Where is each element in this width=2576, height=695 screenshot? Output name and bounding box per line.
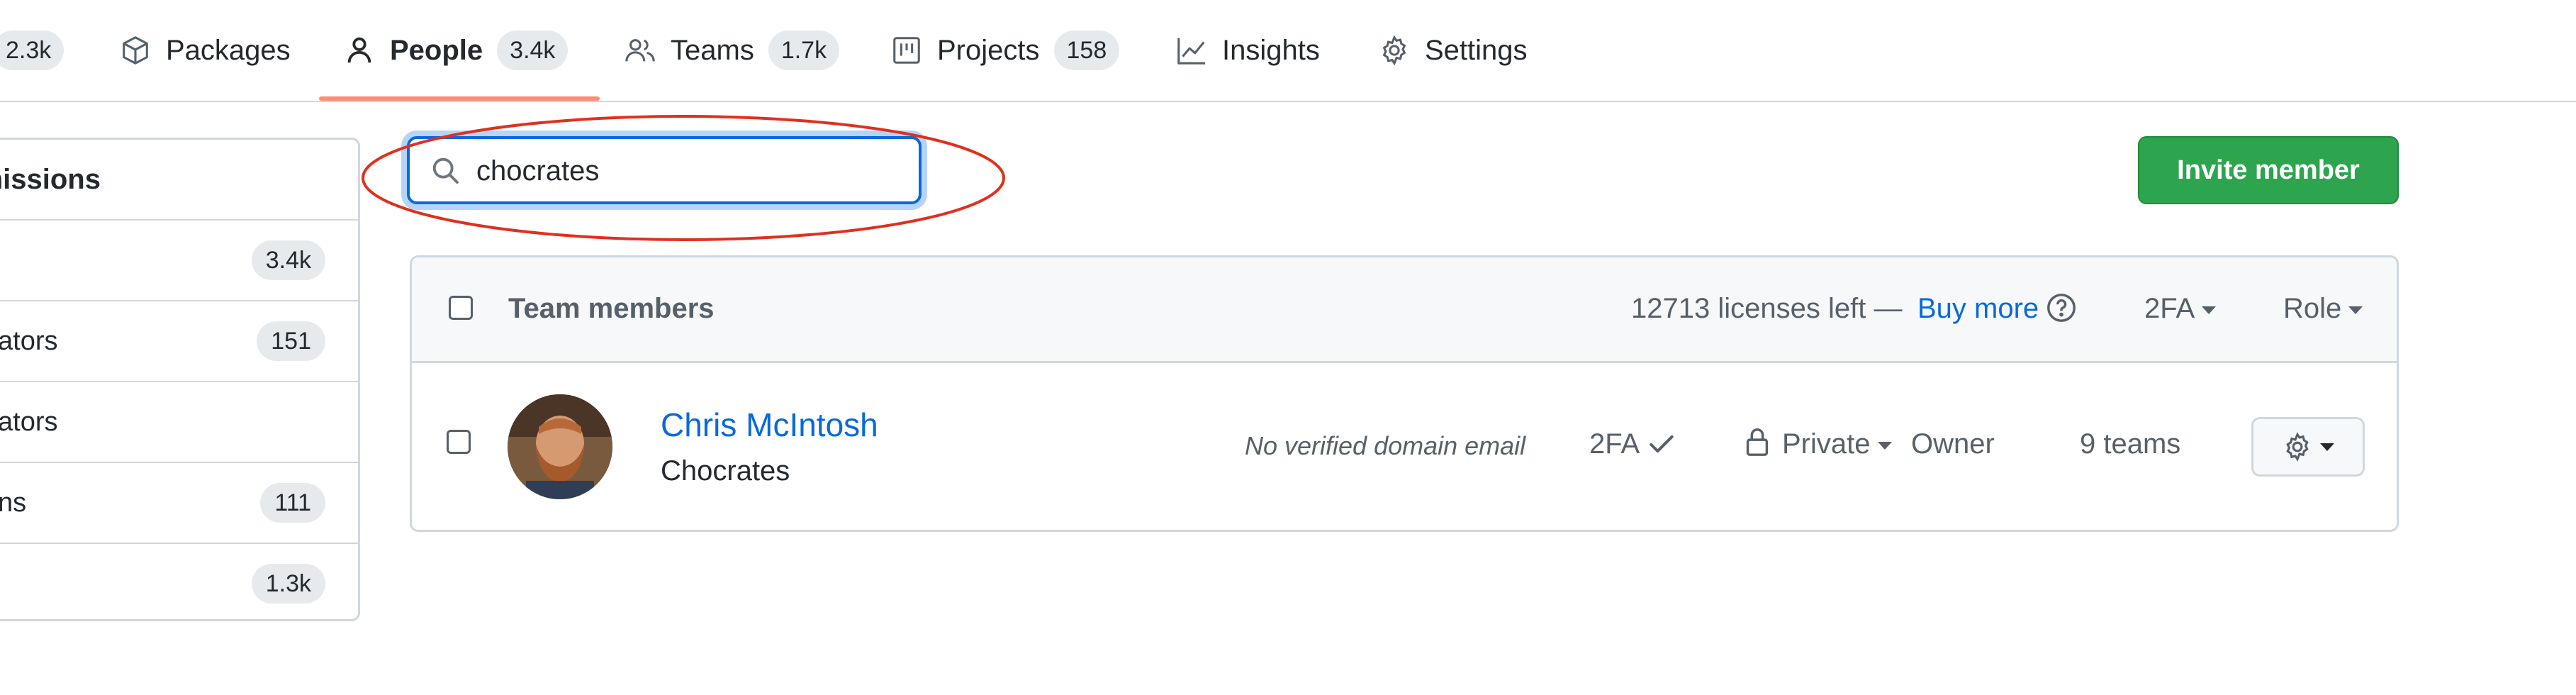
project-icon bbox=[890, 34, 923, 67]
permissions-sidebar: rmissions 3.4k ators 151 ators ns 111 1.… bbox=[0, 138, 360, 621]
select-all-checkbox[interactable] bbox=[449, 296, 473, 320]
filter-2fa-dropdown[interactable]: 2FA bbox=[2144, 293, 2217, 325]
sidebar-item-label: ators bbox=[0, 326, 58, 356]
buy-more-link[interactable]: Buy more bbox=[1917, 293, 2039, 325]
member-role: Owner bbox=[1911, 428, 1995, 460]
nav-repositories-tab[interactable]: 2.3k bbox=[0, 0, 65, 101]
member-name-link[interactable]: Chris McIntosh bbox=[661, 406, 878, 444]
members-header-title: Team members bbox=[508, 293, 715, 324]
active-tab-underline bbox=[319, 96, 600, 101]
member-row-checkbox[interactable] bbox=[447, 430, 471, 454]
sidebar-item-label: ators bbox=[0, 406, 58, 437]
nav-people-tab[interactable]: People 3.4k bbox=[343, 0, 569, 101]
email-verification-note: No verified domain email bbox=[1245, 431, 1526, 460]
package-icon bbox=[119, 34, 152, 67]
sidebar-item-count: 3.4k bbox=[251, 240, 325, 280]
nav-insights-label: Insights bbox=[1222, 34, 1320, 66]
avatar[interactable] bbox=[508, 394, 612, 499]
sidebar-item-collaborators[interactable]: ators 151 bbox=[0, 301, 358, 382]
projects-count-badge: 158 bbox=[1053, 30, 1120, 70]
org-nav-bar: 2.3k Packages People 3.4k Teams 1.7k Pro… bbox=[0, 0, 2576, 102]
member-visibility-label: Private bbox=[1782, 428, 1871, 460]
filter-2fa-label: 2FA bbox=[2144, 293, 2195, 324]
search-icon bbox=[430, 155, 462, 187]
nav-packages-label: Packages bbox=[166, 34, 291, 66]
nav-insights-tab[interactable]: Insights bbox=[1175, 0, 1320, 101]
chevron-down-icon bbox=[2348, 306, 2363, 314]
sidebar-item-moderators[interactable]: ators bbox=[0, 382, 358, 463]
sidebar-heading-label: rmissions bbox=[0, 163, 101, 195]
member-2fa-status: 2FA bbox=[1589, 428, 1640, 460]
sidebar-item-label: ns bbox=[0, 487, 27, 518]
sidebar-item-members[interactable]: 3.4k bbox=[0, 221, 358, 301]
sidebar-heading: rmissions bbox=[0, 140, 358, 221]
member-settings-button[interactable] bbox=[2251, 417, 2365, 477]
sidebar-item-count: 1.3k bbox=[251, 564, 325, 604]
nav-teams-label: Teams bbox=[671, 34, 754, 66]
member-username: Chocrates bbox=[661, 455, 790, 486]
sidebar-item-count: 151 bbox=[257, 321, 325, 361]
sidebar-item-count: 111 bbox=[260, 483, 325, 523]
nav-projects-label: Projects bbox=[937, 34, 1040, 66]
sidebar-item-invitations[interactable]: ns 111 bbox=[0, 463, 358, 544]
member-2fa-label: 2FA bbox=[1589, 428, 1640, 460]
gear-icon bbox=[1378, 34, 1411, 67]
search-input[interactable] bbox=[475, 149, 903, 193]
lock-icon bbox=[1741, 426, 1774, 458]
repositories-count-badge: 2.3k bbox=[0, 30, 65, 70]
graph-icon bbox=[1175, 34, 1208, 67]
members-table-header: Team members 12713 licenses left — Buy m… bbox=[412, 257, 2397, 363]
people-count-badge: 3.4k bbox=[497, 30, 569, 70]
sidebar-item-other[interactable]: 1.3k bbox=[0, 544, 358, 623]
filter-role-label: Role bbox=[2283, 293, 2342, 324]
nav-projects-tab[interactable]: Projects 158 bbox=[890, 0, 1120, 101]
member-search-box[interactable] bbox=[407, 136, 922, 204]
nav-settings-tab[interactable]: Settings bbox=[1378, 0, 1528, 101]
members-table: Team members 12713 licenses left — Buy m… bbox=[410, 255, 2399, 532]
gear-icon bbox=[2282, 431, 2313, 462]
question-icon[interactable] bbox=[2045, 291, 2078, 324]
member-visibility-dropdown[interactable]: Private bbox=[1782, 428, 1892, 460]
nav-people-label: People bbox=[390, 34, 483, 66]
nav-packages-tab[interactable]: Packages bbox=[119, 0, 291, 101]
person-icon bbox=[343, 34, 376, 67]
chevron-down-icon bbox=[2320, 443, 2334, 451]
nav-settings-label: Settings bbox=[1425, 34, 1528, 66]
invite-member-button[interactable]: Invite member bbox=[2138, 136, 2399, 204]
member-teams-link[interactable]: 9 teams bbox=[2080, 428, 2180, 460]
filter-role-dropdown[interactable]: Role bbox=[2283, 293, 2363, 325]
check-icon bbox=[1646, 428, 1677, 460]
nav-teams-tab[interactable]: Teams 1.7k bbox=[624, 0, 840, 101]
chevron-down-icon bbox=[1877, 441, 1892, 450]
teams-count-badge: 1.7k bbox=[768, 30, 840, 70]
licenses-left-text: 12713 licenses left — bbox=[1631, 293, 1903, 324]
chevron-down-icon bbox=[2202, 306, 2217, 314]
people-icon bbox=[624, 34, 656, 67]
